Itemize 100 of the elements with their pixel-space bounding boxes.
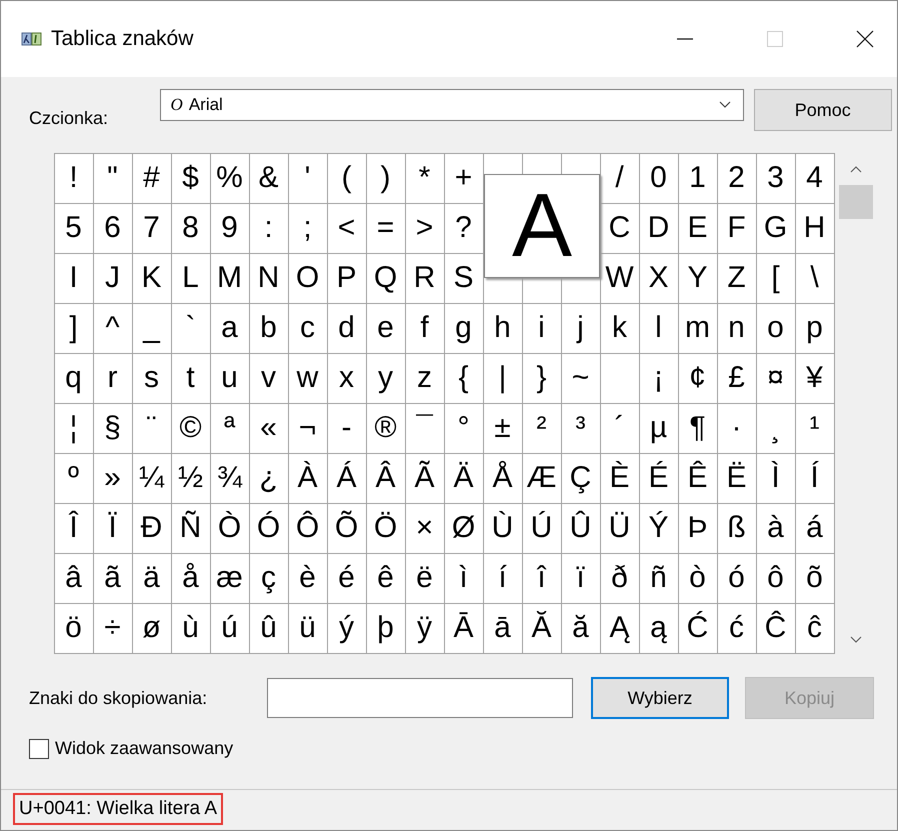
character-cell[interactable]: ù bbox=[171, 603, 210, 653]
character-cell[interactable]: ½ bbox=[171, 453, 210, 503]
character-cell[interactable]: G bbox=[756, 203, 795, 253]
character-cell[interactable]: à bbox=[756, 503, 795, 553]
character-cell[interactable]: 0 bbox=[639, 153, 678, 203]
character-cell[interactable]: ă bbox=[561, 603, 600, 653]
character-cell[interactable]: Ú bbox=[522, 503, 561, 553]
character-cell[interactable]: / bbox=[600, 153, 639, 203]
character-cell[interactable]: w bbox=[288, 353, 327, 403]
character-cell[interactable]: I bbox=[54, 253, 93, 303]
character-cell[interactable]: Ø bbox=[444, 503, 483, 553]
help-button[interactable]: Pomoc bbox=[754, 89, 892, 131]
character-cell[interactable]: < bbox=[327, 203, 366, 253]
character-cell[interactable]: e bbox=[366, 303, 405, 353]
character-cell[interactable]: ñ bbox=[639, 553, 678, 603]
character-cell[interactable]: | bbox=[483, 353, 522, 403]
character-cell[interactable]: ` bbox=[171, 303, 210, 353]
character-cell[interactable]: ê bbox=[366, 553, 405, 603]
character-cell[interactable]: ą bbox=[639, 603, 678, 653]
character-cell[interactable]: Ô bbox=[288, 503, 327, 553]
character-cell[interactable]: t bbox=[171, 353, 210, 403]
character-cell[interactable]: > bbox=[405, 203, 444, 253]
character-cell[interactable]: Ð bbox=[132, 503, 171, 553]
character-cell[interactable]: Õ bbox=[327, 503, 366, 553]
character-cell[interactable]: § bbox=[93, 403, 132, 453]
character-cell[interactable]: k bbox=[600, 303, 639, 353]
character-cell[interactable]: Y bbox=[678, 253, 717, 303]
character-cell[interactable]: Ã bbox=[405, 453, 444, 503]
scroll-up-icon[interactable] bbox=[850, 165, 862, 173]
character-cell[interactable]: ¢ bbox=[678, 353, 717, 403]
scroll-thumb[interactable] bbox=[839, 185, 873, 219]
character-cell[interactable]: » bbox=[93, 453, 132, 503]
character-cell[interactable]: Ć bbox=[678, 603, 717, 653]
character-cell[interactable]: · bbox=[717, 403, 756, 453]
character-cell[interactable]: ô bbox=[756, 553, 795, 603]
character-cell[interactable]: y bbox=[366, 353, 405, 403]
character-cell[interactable]: û bbox=[249, 603, 288, 653]
character-cell[interactable]: g bbox=[444, 303, 483, 353]
character-cell[interactable]: ^ bbox=[93, 303, 132, 353]
character-cell[interactable]: ¦ bbox=[54, 403, 93, 453]
character-cell[interactable]: m bbox=[678, 303, 717, 353]
font-dropdown[interactable]: O Arial bbox=[160, 89, 744, 121]
character-cell[interactable]: ý bbox=[327, 603, 366, 653]
character-cell[interactable]: ! bbox=[54, 153, 93, 203]
character-cell[interactable]: ò bbox=[678, 553, 717, 603]
character-cell[interactable]: Ì bbox=[756, 453, 795, 503]
character-cell[interactable]: F bbox=[717, 203, 756, 253]
character-cell[interactable]: n bbox=[717, 303, 756, 353]
character-cell[interactable]: Î bbox=[54, 503, 93, 553]
character-cell[interactable]: Ý bbox=[639, 503, 678, 553]
character-cell[interactable]: j bbox=[561, 303, 600, 353]
character-cell[interactable]: = bbox=[366, 203, 405, 253]
character-cell[interactable]: Æ bbox=[522, 453, 561, 503]
character-cell[interactable]: Ê bbox=[678, 453, 717, 503]
character-cell[interactable]: v bbox=[249, 353, 288, 403]
character-cell[interactable]: ä bbox=[132, 553, 171, 603]
character-cell[interactable]: M bbox=[210, 253, 249, 303]
character-cell[interactable]: - bbox=[327, 403, 366, 453]
character-cell[interactable]: ć bbox=[717, 603, 756, 653]
character-cell[interactable]: ß bbox=[717, 503, 756, 553]
close-icon[interactable] bbox=[855, 29, 875, 49]
character-cell[interactable]: _ bbox=[132, 303, 171, 353]
character-cell[interactable]: ¬ bbox=[288, 403, 327, 453]
character-cell[interactable]: ; bbox=[288, 203, 327, 253]
character-cell[interactable]: u bbox=[210, 353, 249, 403]
character-cell[interactable]: ï bbox=[561, 553, 600, 603]
character-cell[interactable]: É bbox=[639, 453, 678, 503]
character-cell[interactable]: ' bbox=[288, 153, 327, 203]
character-cell[interactable]: º bbox=[54, 453, 93, 503]
character-cell[interactable]: ÷ bbox=[93, 603, 132, 653]
character-cell[interactable]: ā bbox=[483, 603, 522, 653]
character-cell[interactable]: â bbox=[54, 553, 93, 603]
character-cell[interactable]: æ bbox=[210, 553, 249, 603]
character-cell[interactable]: s bbox=[132, 353, 171, 403]
character-cell[interactable]: î bbox=[522, 553, 561, 603]
character-cell[interactable]: 3 bbox=[756, 153, 795, 203]
character-cell[interactable]: Ö bbox=[366, 503, 405, 553]
character-cell[interactable]: ì bbox=[444, 553, 483, 603]
character-cell[interactable]: S bbox=[444, 253, 483, 303]
character-cell[interactable]: H bbox=[795, 203, 834, 253]
character-cell[interactable]: ã bbox=[93, 553, 132, 603]
character-cell[interactable]: Ó bbox=[249, 503, 288, 553]
character-cell[interactable]: P bbox=[327, 253, 366, 303]
character-cell[interactable]: ¾ bbox=[210, 453, 249, 503]
character-cell[interactable]: ´ bbox=[600, 403, 639, 453]
character-cell[interactable]: Ï bbox=[93, 503, 132, 553]
select-button[interactable]: Wybierz bbox=[591, 677, 729, 719]
character-cell[interactable]: \ bbox=[795, 253, 834, 303]
character-cell[interactable]: r bbox=[93, 353, 132, 403]
character-cell[interactable]: Â bbox=[366, 453, 405, 503]
character-cell[interactable]: D bbox=[639, 203, 678, 253]
character-cell[interactable]: } bbox=[522, 353, 561, 403]
character-cell[interactable]: # bbox=[132, 153, 171, 203]
character-cell[interactable]: ² bbox=[522, 403, 561, 453]
character-cell[interactable]: 2 bbox=[717, 153, 756, 203]
character-cell[interactable]: * bbox=[405, 153, 444, 203]
character-cell[interactable]: { bbox=[444, 353, 483, 403]
character-cell[interactable]: ® bbox=[366, 403, 405, 453]
character-cell[interactable]: È bbox=[600, 453, 639, 503]
character-cell[interactable]: é bbox=[327, 553, 366, 603]
